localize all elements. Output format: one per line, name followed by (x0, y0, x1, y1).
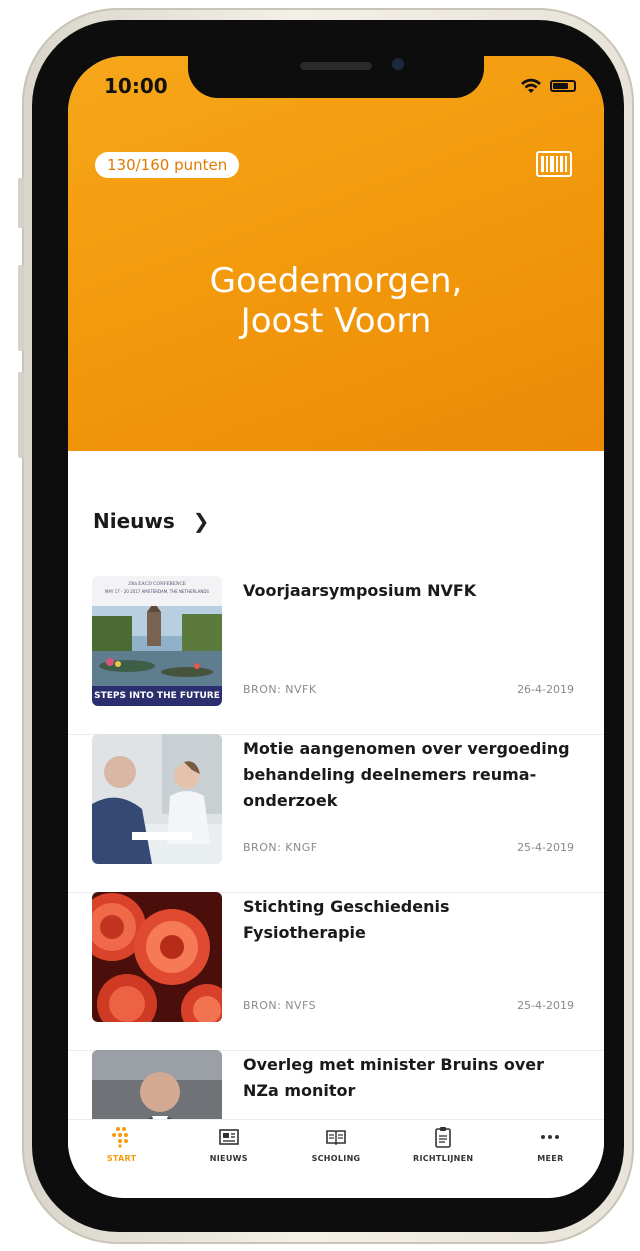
user-name: Joost Voorn (240, 301, 432, 341)
news-section: Nieuws ❯ 29th EACD CONFERENCE MAY 17 - 2… (68, 451, 604, 1119)
tab-bar: START NIEUWS SCHOLING RICHTLIJNEN MEER (68, 1119, 604, 1198)
tab-meer[interactable]: MEER (497, 1120, 604, 1198)
newspaper-icon (218, 1129, 239, 1145)
dots-grid-icon (111, 1127, 128, 1148)
app-screen: 10:00 130/160 punten Goedemorgen, Joost (68, 56, 604, 1198)
thumb-caption-sub: MAY 17 - 20 2017 AMSTERDAM, THE NETHERLA… (105, 589, 209, 594)
tab-scholing[interactable]: SCHOLING (282, 1120, 389, 1198)
tab-richtlijnen[interactable]: RICHTLIJNEN (390, 1120, 497, 1198)
news-thumbnail (92, 892, 222, 1022)
news-item[interactable]: Stichting Geschiedenis Fysiotherapie BRO… (68, 892, 604, 1051)
news-heading-link[interactable]: Nieuws ❯ (93, 509, 210, 533)
news-thumbnail (92, 734, 222, 864)
status-icons (520, 78, 576, 94)
greeting: Goedemorgen, Joost Voorn (68, 261, 604, 341)
camera-icon (392, 58, 404, 70)
canal-photo (92, 606, 222, 686)
news-title: Voorjaarsymposium NVFK (243, 581, 477, 600)
tab-label: SCHOLING (311, 1154, 361, 1163)
tab-nieuws[interactable]: NIEUWS (175, 1120, 282, 1198)
news-title: Stichting Geschiedenis Fysiotherapie (243, 897, 450, 942)
news-title: Motie aangenomen over vergoeding behande… (243, 739, 570, 810)
news-date: 25-4-2019 (517, 841, 574, 854)
header-hero: 10:00 130/160 punten Goedemorgen, Joost (68, 56, 604, 451)
phone-volume-down (18, 372, 24, 458)
news-item[interactable]: Overleg met minister Bruins over NZa mon… (68, 1050, 604, 1119)
rolled-mats-photo (92, 892, 222, 1022)
more-icon (541, 1135, 560, 1139)
news-date: 25-4-2019 (517, 999, 574, 1012)
news-source: BRON: NVFK (243, 683, 317, 696)
news-thumbnail: 29th EACD CONFERENCE MAY 17 - 20 2017 AM… (92, 576, 222, 706)
greeting-line-1: Goedemorgen, (209, 261, 463, 301)
battery-icon (550, 80, 576, 92)
news-item[interactable]: Motie aangenomen over vergoeding behande… (68, 734, 604, 893)
speaker (300, 62, 372, 70)
news-title: Overleg met minister Bruins over NZa mon… (243, 1055, 544, 1100)
status-time: 10:00 (104, 74, 168, 98)
tab-label: NIEUWS (209, 1154, 248, 1163)
barcode-button[interactable] (536, 151, 572, 177)
thumb-caption-bottom: STEPS INTO THE FUTURE (92, 686, 222, 706)
points-badge[interactable]: 130/160 punten (95, 152, 240, 178)
book-icon (326, 1130, 346, 1146)
clipboard-icon (435, 1127, 452, 1148)
physio-consult-photo (92, 734, 222, 864)
barcode-icon (541, 156, 567, 172)
minister-photo (92, 1050, 222, 1119)
news-item[interactable]: 29th EACD CONFERENCE MAY 17 - 20 2017 AM… (68, 576, 604, 735)
news-source: BRON: NVFS (243, 999, 317, 1012)
news-source: BRON: KNGF (243, 841, 318, 854)
tab-label: START (106, 1154, 137, 1163)
tab-start[interactable]: START (68, 1120, 175, 1198)
wifi-icon (521, 78, 541, 93)
phone-volume-up (18, 265, 24, 351)
phone-mute-switch (18, 178, 24, 228)
notch (188, 56, 484, 98)
tab-label: MEER (537, 1154, 564, 1163)
news-thumbnail (92, 1050, 222, 1119)
news-date: 26-4-2019 (517, 683, 574, 696)
tab-label: RICHTLIJNEN (413, 1154, 474, 1163)
news-heading: Nieuws (93, 509, 175, 533)
thumb-caption-top: 29th EACD CONFERENCE (128, 582, 186, 587)
chevron-right-icon: ❯ (192, 509, 210, 533)
